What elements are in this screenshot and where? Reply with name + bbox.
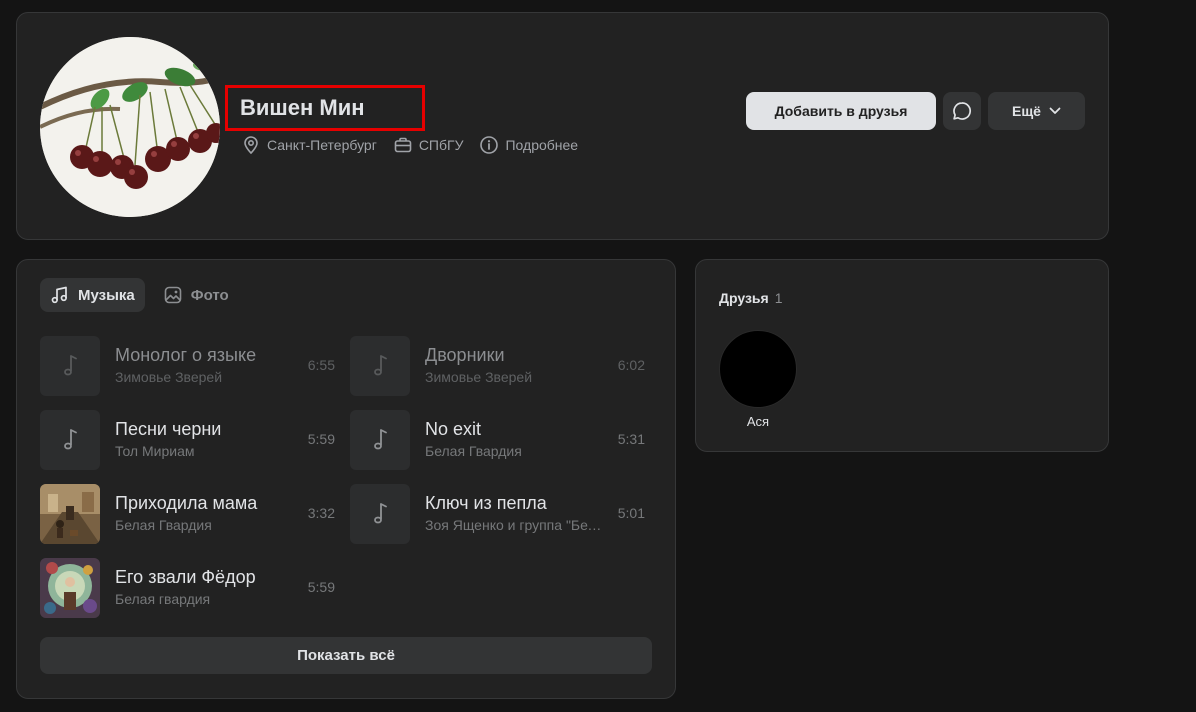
track-artist[interactable]: Зимовье Зверей bbox=[115, 369, 295, 385]
friend-item[interactable]: Ася bbox=[719, 330, 797, 429]
track-duration: 6:55 bbox=[307, 357, 335, 373]
message-button[interactable] bbox=[943, 92, 981, 130]
message-bubble-icon bbox=[953, 102, 972, 120]
briefcase-icon bbox=[394, 137, 412, 153]
track-duration: 5:31 bbox=[617, 431, 645, 447]
profile-card: Вишен Мин Санкт-Петербург СПбГУ Подробне… bbox=[16, 12, 1109, 240]
music-card: Музыка Фото Монолог о языке Зимовье Звер… bbox=[16, 259, 676, 699]
tab-photo-label: Фото bbox=[190, 286, 229, 304]
track-cover[interactable] bbox=[40, 558, 100, 618]
track-artist[interactable]: Зимовье Зверей bbox=[425, 369, 605, 385]
track-title: Его звали Фёдор bbox=[115, 567, 256, 587]
track-cover[interactable] bbox=[350, 336, 410, 396]
track-title: Дворники bbox=[425, 345, 505, 365]
friends-count: 1 bbox=[774, 290, 783, 306]
track-item[interactable]: Дворники Зимовье Зверей 6:02 bbox=[350, 336, 645, 396]
track-cover[interactable] bbox=[40, 484, 100, 544]
profile-avatar[interactable] bbox=[40, 37, 220, 217]
friend-avatar[interactable] bbox=[719, 330, 797, 408]
track-cover[interactable] bbox=[40, 336, 100, 396]
track-cover[interactable] bbox=[350, 410, 410, 470]
track-duration: 5:01 bbox=[617, 505, 645, 521]
track-cover[interactable] bbox=[350, 484, 410, 544]
track-cover[interactable] bbox=[40, 410, 100, 470]
track-artist[interactable]: Белая Гвардия bbox=[115, 517, 295, 533]
track-title: Приходила мама bbox=[115, 493, 258, 513]
add-friend-button[interactable]: Добавить в друзья bbox=[746, 92, 936, 130]
track-artist[interactable]: Белая гвардия bbox=[115, 591, 295, 607]
friends-header[interactable]: Друзья 1 bbox=[719, 290, 782, 306]
track-duration: 3:32 bbox=[307, 505, 335, 521]
music-note-icon bbox=[374, 355, 387, 376]
music-note-icon bbox=[64, 355, 77, 376]
details-label: Подробнее bbox=[505, 137, 579, 153]
cherries-image bbox=[40, 37, 220, 217]
album-art-image bbox=[40, 484, 100, 544]
university-info[interactable]: СПбГУ bbox=[393, 135, 464, 155]
city-label: Санкт-Петербург bbox=[267, 137, 377, 153]
track-item[interactable]: Его звали Фёдор Белая гвардия 5:59 bbox=[40, 558, 335, 618]
details-link[interactable]: Подробнее bbox=[479, 135, 578, 155]
image-icon bbox=[164, 286, 182, 304]
friends-title: Друзья bbox=[719, 290, 769, 306]
track-duration: 5:59 bbox=[307, 579, 335, 595]
track-item[interactable]: Приходила мама Белая Гвардия 3:32 bbox=[40, 484, 335, 544]
track-title: Монолог о языке bbox=[115, 345, 257, 365]
album-art-image bbox=[40, 558, 100, 618]
tab-photo[interactable]: Фото bbox=[153, 278, 239, 312]
track-duration: 6:02 bbox=[617, 357, 645, 373]
track-title: No exit bbox=[425, 419, 482, 439]
tab-music[interactable]: Музыка bbox=[40, 278, 145, 312]
show-all-button[interactable]: Показать всё bbox=[40, 637, 652, 674]
location-pin-icon bbox=[244, 136, 258, 155]
track-item[interactable]: Монолог о языке Зимовье Зверей 6:55 bbox=[40, 336, 335, 396]
city-info[interactable]: Санкт-Петербург bbox=[241, 135, 377, 155]
track-item[interactable]: Ключ из пепла Зоя Ященко и группа "Белая… bbox=[350, 484, 645, 544]
track-title: Песни черни bbox=[115, 419, 222, 439]
info-icon bbox=[480, 136, 499, 154]
music-note-icon bbox=[64, 429, 77, 450]
tab-music-label: Музыка bbox=[78, 286, 135, 304]
more-button[interactable]: Ещё bbox=[988, 92, 1085, 130]
track-duration: 5:59 bbox=[307, 431, 335, 447]
chevron-down-icon bbox=[1049, 107, 1061, 114]
music-note-icon bbox=[374, 429, 387, 450]
content-tabs: Музыка Фото bbox=[40, 278, 247, 312]
profile-name: Вишен Мин bbox=[240, 95, 365, 120]
profile-meta: Санкт-Петербург СПбГУ Подробнее bbox=[241, 135, 594, 155]
track-artist[interactable]: Белая Гвардия bbox=[425, 443, 605, 459]
track-item[interactable]: Песни черни Тол Мириам 5:59 bbox=[40, 410, 335, 470]
track-artist[interactable]: Тол Мириам bbox=[115, 443, 295, 459]
friend-name[interactable]: Ася bbox=[719, 414, 797, 429]
music-note-icon bbox=[51, 286, 67, 304]
university-label: СПбГУ bbox=[418, 137, 464, 153]
music-note-icon bbox=[374, 503, 387, 524]
track-title: Ключ из пепла bbox=[425, 493, 547, 513]
more-label: Ещё bbox=[1012, 103, 1041, 119]
track-artist[interactable]: Зоя Ященко и группа "Белая Гвардия" bbox=[425, 517, 605, 533]
friends-card: Друзья 1 Ася bbox=[695, 259, 1109, 452]
track-item[interactable]: No exit Белая Гвардия 5:31 bbox=[350, 410, 645, 470]
